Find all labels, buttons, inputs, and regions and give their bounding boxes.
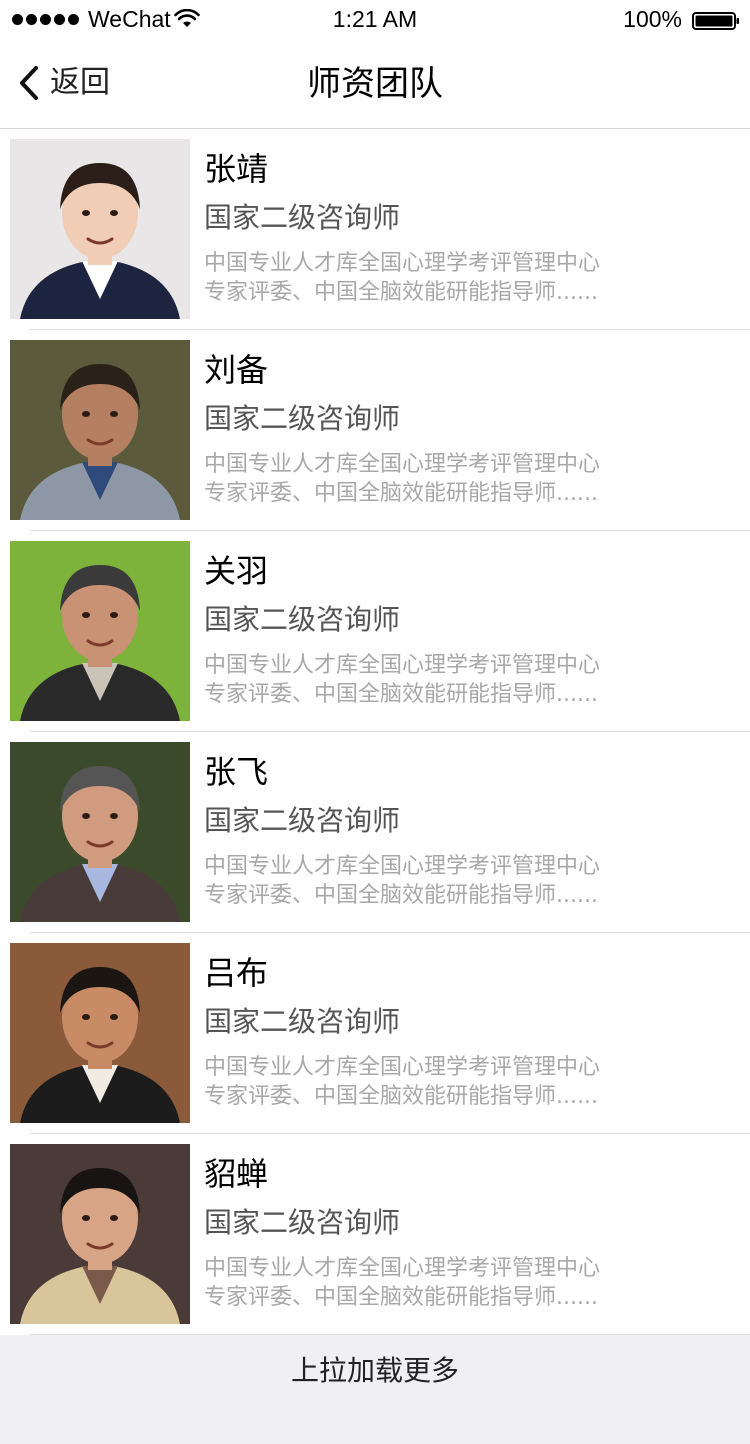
page-title: 师资团队	[307, 64, 443, 104]
teacher-description: 中国专业人才库全国心理学考评管理中心 专家评委、中国全脑效能研能指导师.....…	[204, 852, 644, 910]
teacher-description-line: 中国专业人才库全国心理学考评管理中心	[204, 1256, 601, 1281]
teacher-description: 中国专业人才库全国心理学考评管理中心 专家评委、中国全脑效能研能指导师.....…	[204, 651, 644, 709]
teacher-description-line: 中国专业人才库全国心理学考评管理中心	[204, 1055, 601, 1080]
battery-icon	[692, 12, 739, 30]
teacher-title: 国家二级咨询师	[204, 1005, 401, 1038]
teacher-title: 国家二级咨询师	[204, 402, 401, 435]
teacher-description-line: 专家评委、中国全脑效能研能指导师......	[204, 1084, 598, 1109]
teacher-description: 中国专业人才库全国心理学考评管理中心 专家评委、中国全脑效能研能指导师.....…	[204, 1053, 644, 1111]
teacher-description: 中国专业人才库全国心理学考评管理中心 专家评委、中国全脑效能研能指导师.....…	[204, 249, 644, 307]
teacher-description-line: 中国专业人才库全国心理学考评管理中心	[204, 452, 601, 477]
teacher-avatar	[10, 340, 190, 520]
teacher-avatar	[10, 139, 190, 319]
teacher-description-line: 专家评委、中国全脑效能研能指导师......	[204, 883, 598, 908]
teacher-title: 国家二级咨询师	[204, 603, 401, 636]
teacher-row[interactable]: 吕布 国家二级咨询师 中国专业人才库全国心理学考评管理中心 专家评委、中国全脑效…	[0, 933, 750, 1134]
status-bar: WeChat 1:21 AM 100%	[0, 0, 750, 40]
teacher-list: 张靖 国家二级咨询师 中国专业人才库全国心理学考评管理中心 专家评委、中国全脑效…	[0, 129, 750, 1335]
teacher-name: 貂蝉	[204, 1155, 269, 1193]
teacher-title: 国家二级咨询师	[204, 804, 401, 837]
teacher-description: 中国专业人才库全国心理学考评管理中心 专家评委、中国全脑效能研能指导师.....…	[204, 1254, 644, 1312]
teacher-name: 张飞	[204, 753, 269, 791]
teacher-row[interactable]: 貂蝉 国家二级咨询师 中国专业人才库全国心理学考评管理中心 专家评委、中国全脑效…	[0, 1134, 750, 1335]
teacher-row[interactable]: 刘备 国家二级咨询师 中国专业人才库全国心理学考评管理中心 专家评委、中国全脑效…	[0, 330, 750, 531]
teacher-row[interactable]: 关羽 国家二级咨询师 中国专业人才库全国心理学考评管理中心 专家评委、中国全脑效…	[0, 531, 750, 732]
teacher-description-line: 专家评委、中国全脑效能研能指导师......	[204, 481, 598, 506]
teacher-description-line: 中国专业人才库全国心理学考评管理中心	[204, 653, 601, 678]
navigation-bar: 返回 师资团队	[0, 40, 750, 129]
teacher-avatar	[10, 1144, 190, 1324]
teacher-description-line: 专家评委、中国全脑效能研能指导师......	[204, 1285, 598, 1310]
teacher-avatar	[10, 541, 190, 721]
teacher-title: 国家二级咨询师	[204, 1206, 401, 1239]
teacher-description: 中国专业人才库全国心理学考评管理中心 专家评委、中国全脑效能研能指导师.....…	[204, 450, 644, 508]
load-more-footer[interactable]: 上拉加载更多	[0, 1335, 750, 1444]
load-more-label: 上拉加载更多	[290, 1354, 459, 1387]
teacher-description-line: 中国专业人才库全国心理学考评管理中心	[204, 251, 601, 276]
teacher-name: 关羽	[204, 552, 269, 590]
teacher-name: 吕布	[204, 954, 269, 992]
teacher-description-line: 专家评委、中国全脑效能研能指导师......	[204, 682, 598, 707]
teacher-name: 刘备	[204, 351, 269, 389]
battery-percent: 100%	[623, 6, 682, 32]
teacher-name: 张靖	[204, 150, 269, 188]
teacher-row[interactable]: 张靖 国家二级咨询师 中国专业人才库全国心理学考评管理中心 专家评委、中国全脑效…	[0, 129, 750, 330]
teacher-title: 国家二级咨询师	[204, 201, 401, 234]
teacher-description-line: 中国专业人才库全国心理学考评管理中心	[204, 854, 601, 879]
teacher-avatar	[10, 742, 190, 922]
teacher-description-line: 专家评委、中国全脑效能研能指导师......	[204, 280, 598, 305]
teacher-row[interactable]: 张飞 国家二级咨询师 中国专业人才库全国心理学考评管理中心 专家评委、中国全脑效…	[0, 732, 750, 933]
teacher-avatar	[10, 943, 190, 1123]
